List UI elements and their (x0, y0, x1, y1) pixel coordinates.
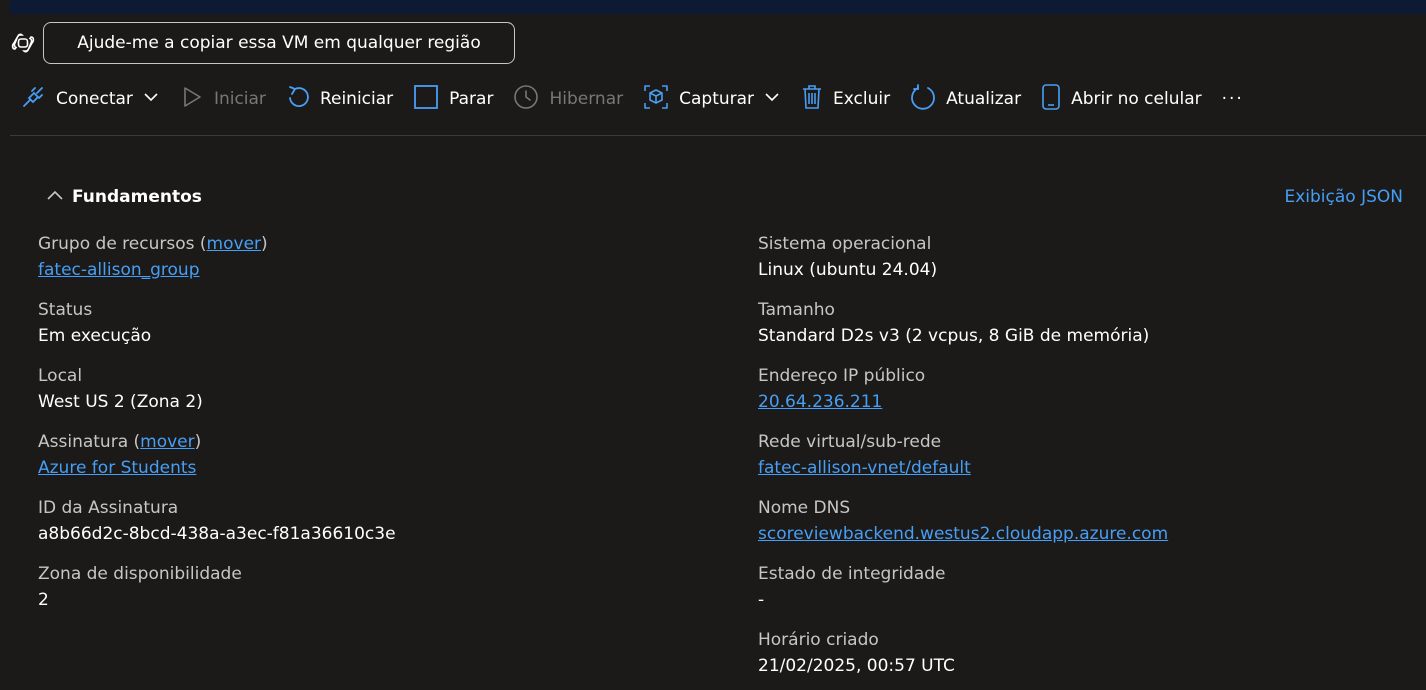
subscription-field: Assinatura (mover) Azure for Students (38, 432, 202, 478)
status-field: Status Em execução (38, 298, 396, 364)
chevron-down-icon[interactable] (142, 88, 160, 111)
command-bar: Conectar Iniciar Reiniciar Parar Hiberna… (10, 80, 1254, 118)
vnet-label: Rede virtual/sub-rede (758, 432, 942, 452)
start-button[interactable]: Iniciar (170, 80, 276, 118)
status-label: Status (38, 300, 93, 320)
location-value: West US 2 (Zona 2) (38, 392, 203, 412)
move-resource-group-link[interactable]: mover (207, 234, 261, 254)
copilot-icon[interactable] (10, 31, 36, 55)
size-field: Tamanho Standard D2s v3 (2 vcpus, 8 GiB … (758, 298, 1168, 364)
capture-label: Capturar (679, 89, 755, 109)
resource-group-link[interactable]: fatec-allison_group (38, 260, 200, 280)
play-icon (180, 85, 204, 114)
refresh-icon (910, 83, 936, 115)
json-view-link[interactable]: Exibição JSON (1284, 187, 1403, 207)
trash-icon (801, 84, 823, 115)
restart-label: Reiniciar (319, 89, 394, 109)
dns-field: Nome DNS scoreviewbackend.westus2.clouda… (758, 496, 1168, 562)
clock-icon (513, 84, 539, 115)
essentials-right-column: Sistema operacional Linux (ubuntu 24.04)… (758, 232, 1168, 690)
delete-button[interactable]: Excluir (791, 80, 900, 118)
created-time-label: Horário criado (758, 630, 879, 650)
subscription-label: Assinatura (38, 432, 129, 452)
refresh-button[interactable]: Atualizar (900, 80, 1031, 118)
more-button[interactable]: ··· (1212, 80, 1254, 118)
dns-link[interactable]: scoreviewbackend.westus2.cloudapp.azure.… (758, 524, 1168, 544)
open-on-mobile-label: Abrir no celular (1071, 89, 1202, 109)
resource-group-label: Grupo de recursos (38, 234, 195, 254)
essentials-left-column: Grupo de recursos (mover) fatec-allison_… (38, 232, 396, 628)
size-label: Tamanho (758, 300, 835, 320)
phone-icon (1041, 83, 1061, 115)
health-state-label: Estado de integridade (758, 564, 946, 584)
os-value: Linux (ubuntu 24.04) (758, 260, 938, 280)
toolbar-divider (10, 135, 1426, 136)
vnet-link[interactable]: fatec-allison-vnet/default (758, 458, 971, 478)
cube-icon (643, 84, 669, 115)
capture-button[interactable]: Capturar (633, 80, 791, 118)
hibernate-label: Hibernar (549, 89, 624, 109)
essentials-title: Fundamentos (72, 187, 202, 207)
restart-icon (286, 84, 310, 115)
health-state-field: Estado de integridade - (758, 562, 1168, 628)
more-icon: ··· (1221, 89, 1244, 109)
stop-label: Parar (449, 89, 494, 109)
connect-label: Conectar (56, 89, 133, 109)
os-field: Sistema operacional Linux (ubuntu 24.04) (758, 232, 1168, 298)
start-label: Iniciar (213, 89, 266, 109)
public-ip-link[interactable]: 20.64.236.211 (758, 392, 882, 412)
hibernate-button[interactable]: Hibernar (503, 80, 633, 118)
os-label: Sistema operacional (758, 234, 932, 254)
essentials-toggle[interactable]: Fundamentos (46, 186, 202, 208)
availability-zone-value: 2 (38, 590, 49, 610)
chevron-up-icon (46, 187, 72, 207)
resource-group-field: Grupo de recursos (mover) fatec-allison_… (38, 234, 268, 280)
stop-button[interactable]: Parar (403, 80, 503, 118)
move-subscription-link[interactable]: mover (140, 432, 194, 452)
availability-zone-label: Zona de disponibilidade (38, 564, 242, 584)
dns-label: Nome DNS (758, 498, 851, 518)
subscription-link[interactable]: Azure for Students (38, 458, 196, 478)
created-time-field: Horário criado 21/02/2025, 00:57 UTC (758, 628, 1168, 690)
refresh-label: Atualizar (946, 89, 1022, 109)
size-value: Standard D2s v3 (2 vcpus, 8 GiB de memór… (758, 326, 1150, 346)
location-label: Local (38, 366, 83, 386)
status-value: Em execução (38, 326, 152, 346)
created-time-value: 21/02/2025, 00:57 UTC (758, 656, 955, 676)
subscription-id-value: a8b66d2c-8bcd-438a-a3ec-f81a36610c3e (38, 524, 396, 544)
availability-zone-field: Zona de disponibilidade 2 (38, 562, 396, 628)
vnet-field: Rede virtual/sub-rede fatec-allison-vnet… (758, 430, 1168, 496)
delete-label: Excluir (833, 89, 891, 109)
subscription-id-label: ID da Assinatura (38, 498, 179, 518)
connect-button[interactable]: Conectar (10, 80, 170, 118)
top-banner (10, 0, 1426, 14)
public-ip-label: Endereço IP público (758, 366, 926, 386)
health-state-value: - (758, 590, 765, 610)
stop-icon (413, 84, 439, 115)
copilot-prompt-button[interactable]: Ajude-me a copiar essa VM em qualquer re… (43, 22, 515, 64)
restart-button[interactable]: Reiniciar (276, 80, 403, 118)
public-ip-field: Endereço IP público 20.64.236.211 (758, 364, 1168, 430)
plug-icon (20, 84, 46, 115)
chevron-down-icon[interactable] (763, 88, 781, 111)
subscription-id-field: ID da Assinatura a8b66d2c-8bcd-438a-a3ec… (38, 496, 396, 562)
open-on-mobile-button[interactable]: Abrir no celular (1031, 80, 1212, 118)
location-field: Local West US 2 (Zona 2) (38, 364, 396, 430)
